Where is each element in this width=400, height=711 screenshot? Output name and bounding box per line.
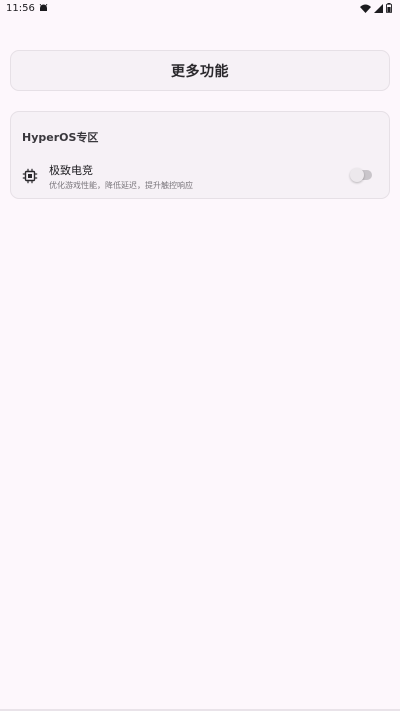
status-bar: 11:56 [0,0,400,16]
section-title: HyperOS专区 [22,131,99,144]
status-time: 11:56 [6,2,35,14]
chip-icon [22,168,38,184]
signal-icon [374,3,383,13]
header-card: 更多功能 [10,50,390,91]
battery-icon [386,3,392,13]
toggle-knob [350,168,364,182]
setting-title: 极致电竞 [49,164,93,177]
setting-description: 优化游戏性能，降低延迟，提升触控响应 [49,181,193,190]
setting-row-esports-mode[interactable]: 极致电竞 优化游戏性能，降低延迟，提升触控响应 [11,156,389,192]
android-icon [39,4,48,12]
page-title: 更多功能 [171,63,229,80]
esports-mode-toggle[interactable] [350,168,372,182]
hyperos-section-card: HyperOS专区 极致电竞 优化游戏性能，降低延迟，提升触控响应 [10,111,390,199]
wifi-icon [360,4,371,13]
